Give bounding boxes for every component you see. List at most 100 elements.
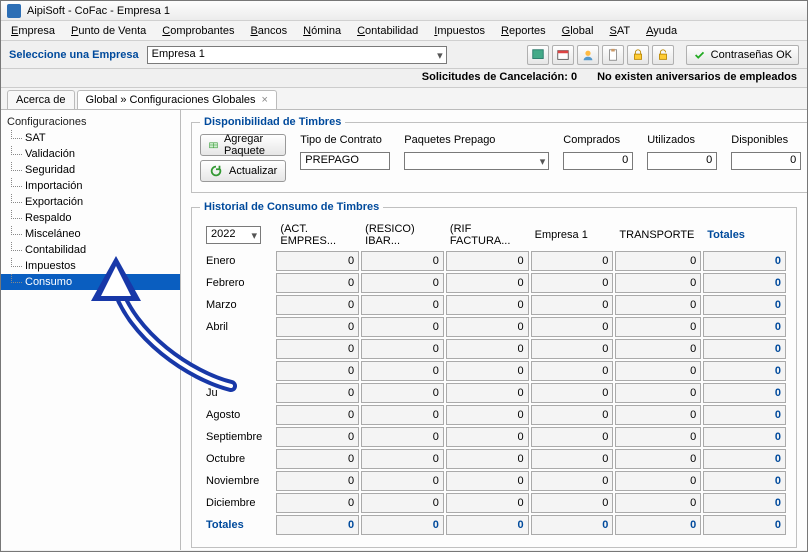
sidebar-item-respaldo[interactable]: Respaldo: [1, 210, 180, 226]
user-icon[interactable]: [577, 45, 599, 65]
sidebar-item-validación[interactable]: Validación: [1, 146, 180, 162]
value-cell: 0: [361, 427, 444, 447]
sidebar-item-consumo[interactable]: Consumo: [1, 274, 180, 290]
value-cell: 0: [703, 405, 786, 425]
value-cell: 0: [361, 317, 444, 337]
month-cell: Diciembre: [202, 493, 274, 513]
value-cell: 0: [361, 471, 444, 491]
value-cell: 0: [615, 339, 701, 359]
historial-header-row: 2022 (ACT. EMPRES...(RESICO) IBAR...(RIF …: [202, 221, 786, 249]
month-cell: [202, 339, 274, 359]
value-cell: 0: [615, 273, 701, 293]
paquetes-prepago-dropdown[interactable]: [404, 152, 549, 170]
historial-table: 2022 (ACT. EMPRES...(RESICO) IBAR...(RIF …: [200, 219, 788, 537]
lock-icon[interactable]: [627, 45, 649, 65]
value-cell: 0: [531, 361, 614, 381]
tab-acerca-de[interactable]: Acerca de: [7, 90, 75, 109]
historial-body: Enero000000Febrero000000Marzo000000Abril…: [202, 251, 786, 535]
sidebar-item-importación[interactable]: Importación: [1, 178, 180, 194]
value-cell: 0: [615, 361, 701, 381]
hist-col-header: TRANSPORTE: [615, 221, 701, 249]
utilizados-field[interactable]: 0: [647, 152, 717, 170]
value-cell: 0: [615, 493, 701, 513]
contrasenas-ok-button[interactable]: Contraseñas OK: [686, 45, 799, 65]
table-row: 000000: [202, 339, 786, 359]
value-cell: 0: [361, 383, 444, 403]
historial-group: Historial de Consumo de Timbres 2022(ACT…: [191, 201, 797, 548]
total-cell: 0: [531, 515, 614, 535]
month-cell: [202, 361, 274, 381]
hist-col-header: Empresa 1: [531, 221, 614, 249]
value-cell: 0: [446, 471, 529, 491]
value-cell: 0: [531, 427, 614, 447]
menu-global[interactable]: Global: [556, 23, 600, 39]
sidebar-item-seguridad[interactable]: Seguridad: [1, 162, 180, 178]
hist-col-header: (RIF FACTURA...: [446, 221, 529, 249]
menu-ayuda[interactable]: Ayuda: [640, 23, 683, 39]
value-cell: 0: [703, 383, 786, 403]
clipboard-icon[interactable]: [602, 45, 624, 65]
table-row: Agosto000000: [202, 405, 786, 425]
tab-global-config[interactable]: Global » Configuraciones Globales ×: [77, 90, 277, 109]
month-cell: Agosto: [202, 405, 274, 425]
menu-reportes[interactable]: Reportes: [495, 23, 552, 39]
close-icon[interactable]: ×: [262, 94, 268, 106]
actualizar-button[interactable]: Actualizar: [200, 160, 286, 182]
value-cell: 0: [531, 273, 614, 293]
value-cell: 0: [531, 317, 614, 337]
menu-punto-de-venta[interactable]: Punto de Venta: [65, 23, 152, 39]
sidebar-item-misceláneo[interactable]: Misceláneo: [1, 226, 180, 242]
menu-bancos[interactable]: Bancos: [244, 23, 293, 39]
month-cell: Abril: [202, 317, 274, 337]
menu-contabilidad[interactable]: Contabilidad: [351, 23, 424, 39]
value-cell: 0: [276, 361, 359, 381]
value-cell: 0: [531, 449, 614, 469]
sidebar-item-impuestos[interactable]: Impuestos: [1, 258, 180, 274]
comprados-field[interactable]: 0: [563, 152, 633, 170]
menu-impuestos[interactable]: Impuestos: [428, 23, 491, 39]
sidebar-item-contabilidad[interactable]: Contabilidad: [1, 242, 180, 258]
value-cell: 0: [703, 251, 786, 271]
table-row: Marzo000000: [202, 295, 786, 315]
calendar-icon[interactable]: [552, 45, 574, 65]
hist-col-header: (ACT. EMPRES...: [276, 221, 359, 249]
sidebar-header: Configuraciones: [1, 114, 180, 130]
unlock-icon[interactable]: [652, 45, 674, 65]
menu-sat[interactable]: SAT: [603, 23, 636, 39]
value-cell: 0: [703, 295, 786, 315]
value-cell: 0: [361, 339, 444, 359]
table-row: Febrero000000: [202, 273, 786, 293]
value-cell: 0: [703, 449, 786, 469]
value-cell: 0: [446, 383, 529, 403]
value-cell: 0: [276, 449, 359, 469]
value-cell: 0: [446, 273, 529, 293]
menu-nómina[interactable]: Nómina: [297, 23, 347, 39]
toolbar-btn-1[interactable]: [527, 45, 549, 65]
value-cell: 0: [361, 273, 444, 293]
tipo-contrato-field[interactable]: PREPAGO: [300, 152, 390, 170]
value-cell: 0: [276, 339, 359, 359]
total-cell: 0: [361, 515, 444, 535]
value-cell: 0: [276, 405, 359, 425]
year-select[interactable]: 2022: [206, 226, 261, 244]
sidebar-item-exportación[interactable]: Exportación: [1, 194, 180, 210]
disponibles-field[interactable]: 0: [731, 152, 801, 170]
value-cell: 0: [276, 273, 359, 293]
company-dropdown[interactable]: Empresa 1: [147, 46, 447, 64]
menu-empresa[interactable]: Empresa: [5, 23, 61, 39]
value-cell: 0: [361, 361, 444, 381]
value-cell: 0: [703, 471, 786, 491]
hist-col-header: (RESICO) IBAR...: [361, 221, 444, 249]
paquetes-prepago-label: Paquetes Prepago: [404, 134, 549, 146]
table-row: Enero000000: [202, 251, 786, 271]
value-cell: 0: [615, 471, 701, 491]
menu-comprobantes[interactable]: Comprobantes: [156, 23, 240, 39]
sidebar-item-sat[interactable]: SAT: [1, 130, 180, 146]
agregar-paquete-button[interactable]: Agregar Paquete: [200, 134, 286, 156]
value-cell: 0: [703, 339, 786, 359]
month-cell: Octubre: [202, 449, 274, 469]
value-cell: 0: [615, 383, 701, 403]
value-cell: 0: [531, 471, 614, 491]
value-cell: 0: [531, 383, 614, 403]
value-cell: 0: [446, 317, 529, 337]
